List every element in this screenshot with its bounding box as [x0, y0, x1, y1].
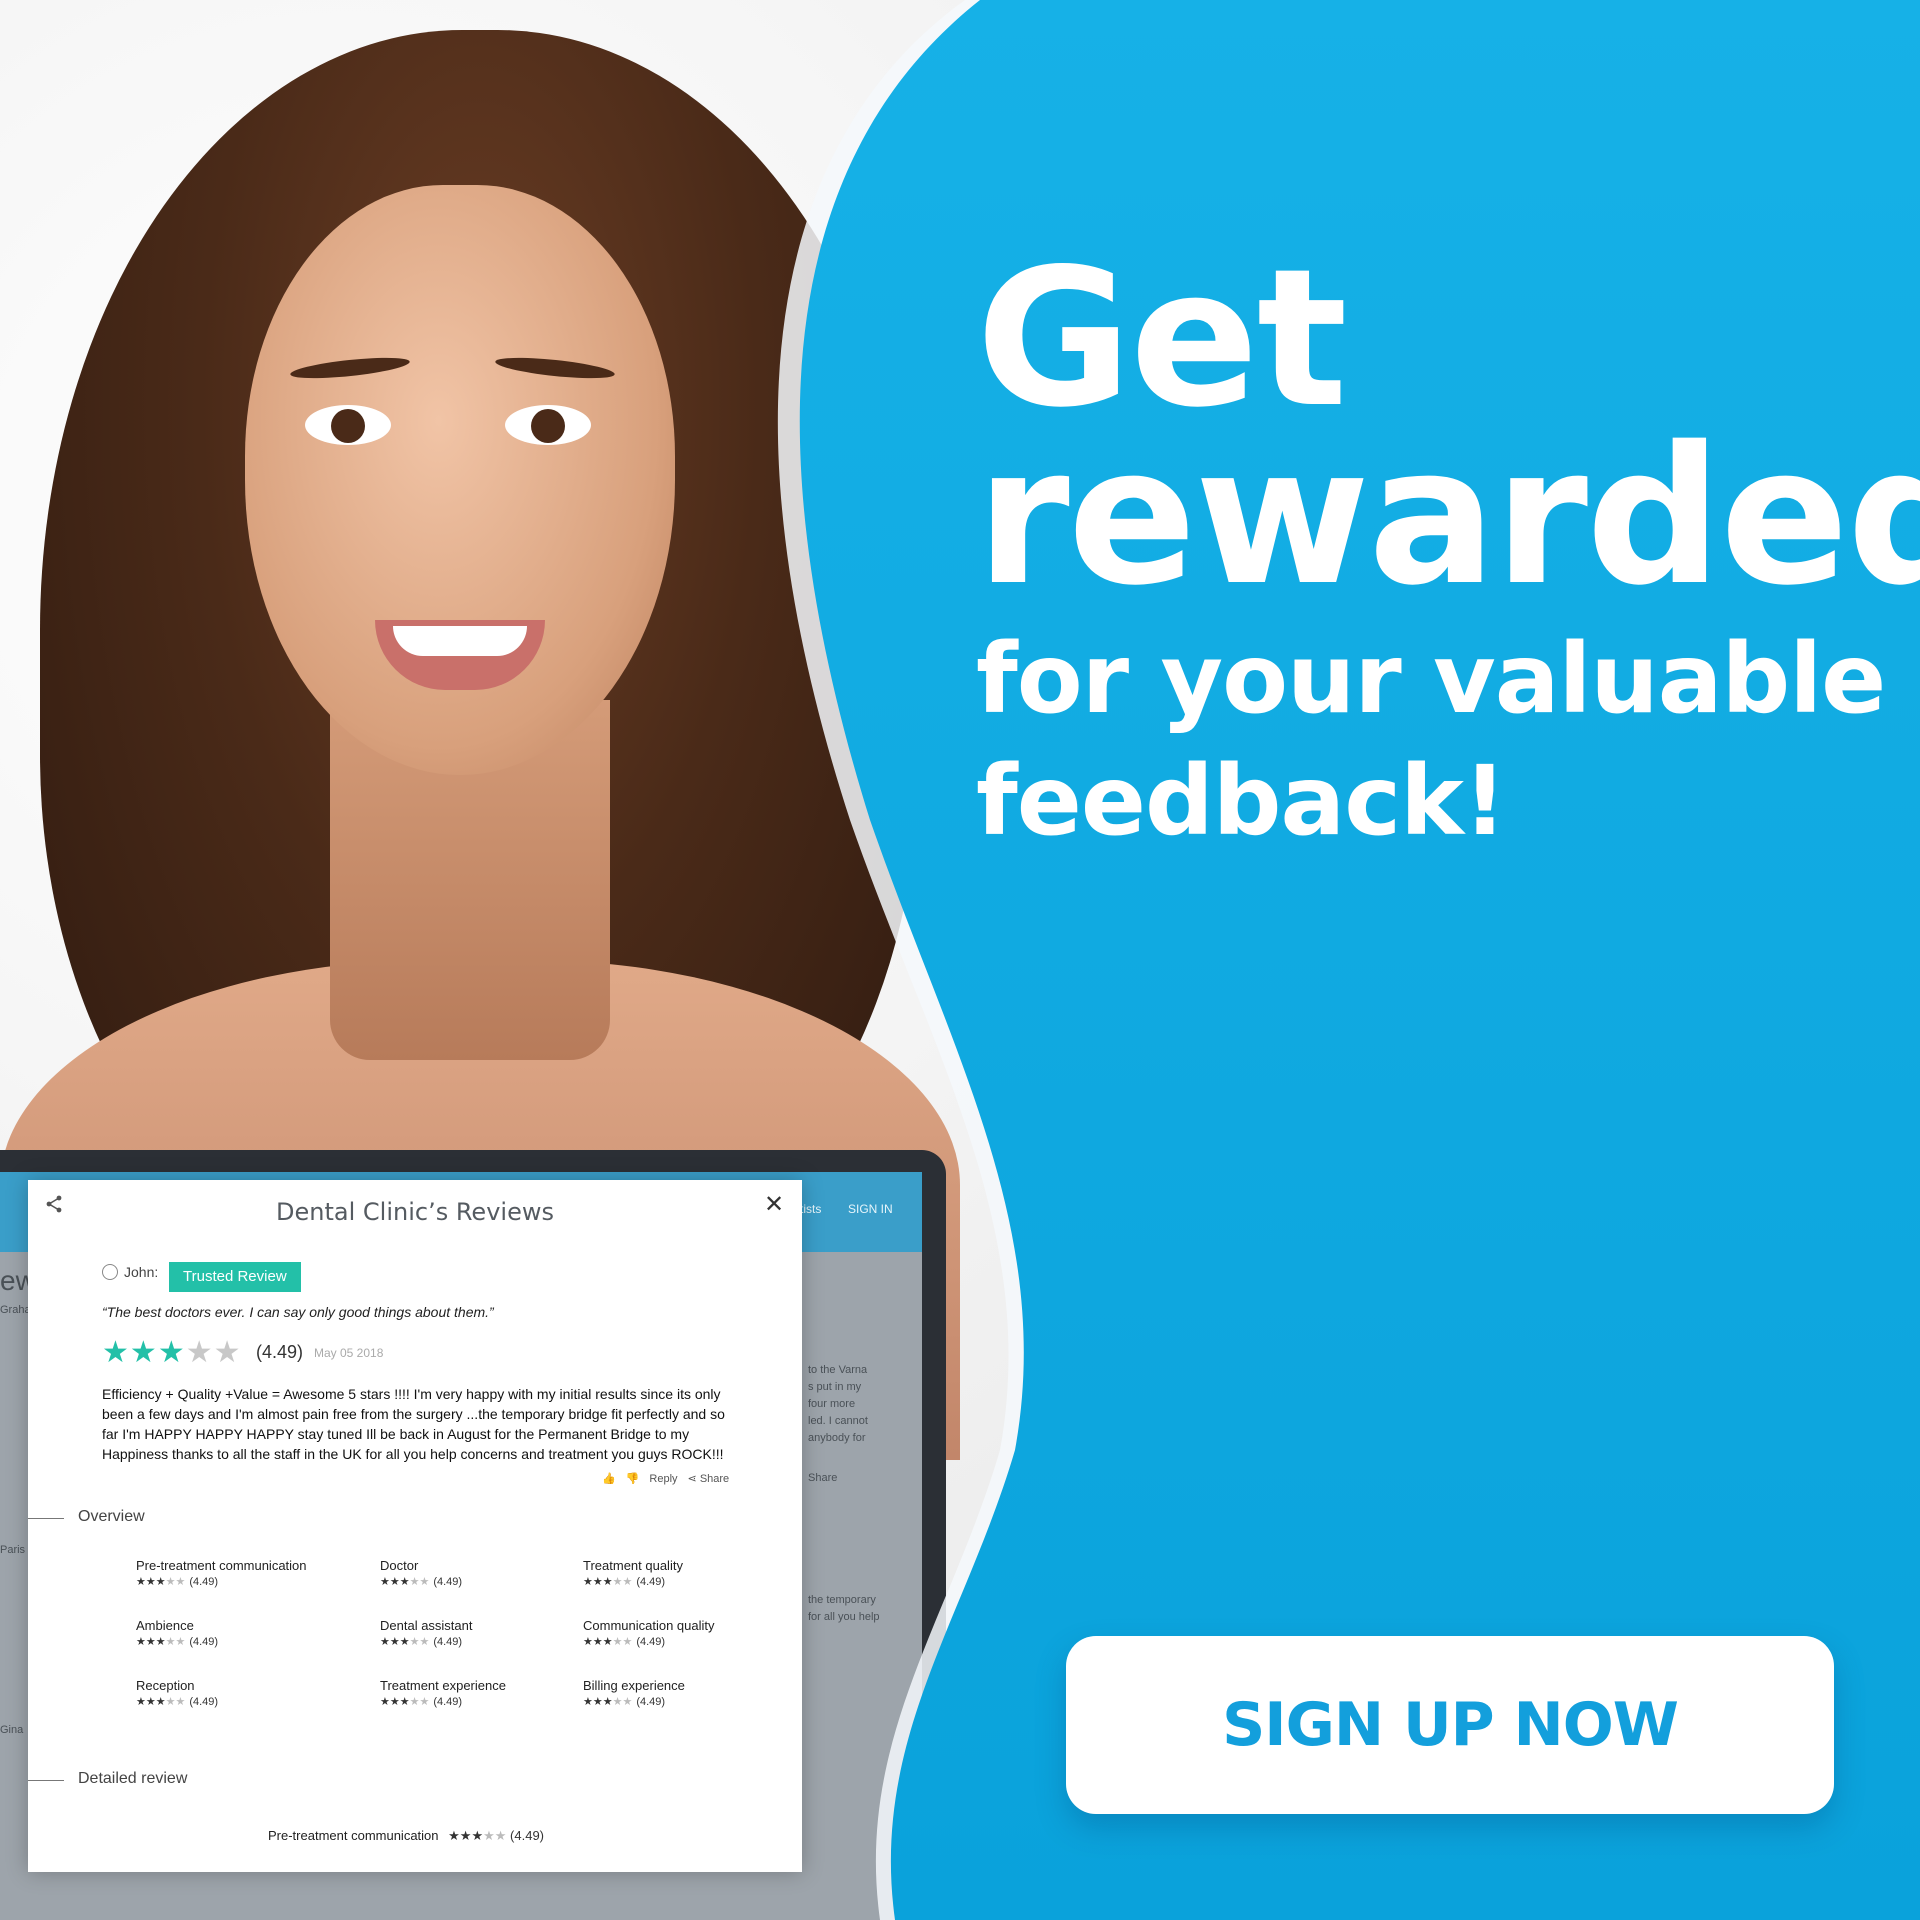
- star-icon: ★: [102, 1336, 130, 1369]
- rating-stars: ★★★★★ (4.49): [380, 1636, 463, 1648]
- rating-label: Treatment experience: [380, 1678, 506, 1693]
- headline-line-3: for your valuable: [976, 623, 1886, 735]
- reviewer: John:: [102, 1264, 158, 1280]
- rating-score: (4.49): [636, 1636, 666, 1648]
- rating-item: Treatment quality ★★★★★ (4.49): [583, 1558, 683, 1588]
- detailed-review-heading: Detailed review: [78, 1770, 188, 1787]
- star-empty-icon: ★: [213, 1336, 242, 1369]
- review-actions: 👍 👎 Reply ⋖ Share: [602, 1472, 730, 1486]
- rating-label: Doctor: [380, 1558, 419, 1573]
- star-empty-icon: ★: [185, 1336, 214, 1369]
- share-label: Share: [699, 1473, 730, 1485]
- detailed-divider: [28, 1780, 64, 1781]
- rating-score: (4.49): [636, 1576, 666, 1588]
- reply-link[interactable]: Reply: [649, 1473, 677, 1485]
- rating-item: Pre-treatment communication ★★★★★ (4.49): [136, 1558, 307, 1588]
- headline-line-1: Get: [976, 228, 1348, 449]
- rating-stars: ★★★★★ (4.49): [583, 1696, 666, 1708]
- rating-label: Reception: [136, 1678, 195, 1693]
- rating-item: Communication quality ★★★★★ (4.49): [583, 1618, 715, 1648]
- rating-score: (4.49): [433, 1636, 463, 1648]
- rating-score: (4.49): [189, 1696, 219, 1708]
- modal-title: Dental Clinic’s Reviews: [276, 1198, 554, 1226]
- star-icon: ★: [157, 1336, 186, 1369]
- rating-score: (4.49): [256, 1342, 304, 1362]
- detail-rating-row: Pre-treatment communication ★★★★★ (4.49): [268, 1828, 544, 1844]
- overview-divider: [28, 1518, 64, 1519]
- headline-line-2: rewarded: [976, 406, 1920, 627]
- share-link[interactable]: ⋖ Share: [688, 1472, 730, 1485]
- rating-item: Doctor ★★★★★ (4.49): [380, 1558, 462, 1588]
- detail-rating-label: Pre-treatment communication: [268, 1828, 439, 1843]
- rating-item: Billing experience ★★★★★ (4.49): [583, 1678, 685, 1708]
- rating-stars: ★★★★★ (4.49): [380, 1576, 463, 1588]
- rating-score: (4.49): [433, 1576, 463, 1588]
- rating-label: Pre-treatment communication: [136, 1558, 307, 1573]
- headline: Get rewarded for your valuable feedback!: [976, 228, 1920, 862]
- rating-item: Dental assistant ★★★★★ (4.49): [380, 1618, 473, 1648]
- star-rating: ★★★★★: [102, 1335, 242, 1370]
- rating-item: Reception ★★★★★ (4.49): [136, 1678, 218, 1708]
- overview-heading: Overview: [78, 1508, 145, 1525]
- rating-item: Ambience ★★★★★ (4.49): [136, 1618, 218, 1648]
- rating-stars: ★★★★★ (4.49): [583, 1576, 666, 1588]
- rating-score: (4.49): [189, 1576, 219, 1588]
- rating-score: (4.49): [189, 1636, 219, 1648]
- rating-score: (4.49): [636, 1696, 666, 1708]
- reviewer-name: John:: [124, 1264, 159, 1280]
- rating-label: Billing experience: [583, 1678, 685, 1693]
- headline-line-4: feedback!: [976, 745, 1507, 857]
- trusted-review-badge: Trusted Review: [169, 1262, 301, 1292]
- rating-stars: ★★★★★ (4.49): [136, 1636, 219, 1648]
- thumbs-up-icon[interactable]: 👍: [602, 1472, 616, 1485]
- rating-stars: ★★★★★ (4.49): [583, 1636, 666, 1648]
- reviews-modal: ✕ Dental Clinic’s Reviews John: Trusted …: [28, 1180, 802, 1872]
- rating-label: Communication quality: [583, 1618, 715, 1633]
- ad-canvas: tists SIGN IN ew Graha Paris Gina to the…: [0, 0, 1920, 1920]
- rating-label: Ambience: [136, 1618, 194, 1633]
- thumbs-down-icon[interactable]: 👎: [626, 1472, 640, 1485]
- rating-stars: ★★★★★ (4.49): [136, 1696, 219, 1708]
- rating-item: Treatment experience ★★★★★ (4.49): [380, 1678, 506, 1708]
- star-icon: ★: [129, 1336, 158, 1369]
- rating-score: (4.49): [433, 1696, 463, 1708]
- share-icon: ⋖: [687, 1473, 697, 1485]
- rating-label: Dental assistant: [380, 1618, 473, 1633]
- review-quote: “The best doctors ever. I can say only g…: [102, 1304, 494, 1320]
- review-body: Efficiency + Quality +Value = Awesome 5 …: [102, 1386, 725, 1462]
- detail-rating-stars: ★★★★★ (4.49): [448, 1828, 545, 1843]
- sign-up-now-button[interactable]: SIGN UP NOW: [1066, 1636, 1834, 1814]
- rating-stars: ★★★★★ (4.49): [380, 1696, 463, 1708]
- user-icon: [102, 1264, 118, 1280]
- rating-label: Treatment quality: [583, 1558, 683, 1573]
- detail-rating-score: (4.49): [510, 1828, 545, 1843]
- rating-stars: ★★★★★ (4.49): [136, 1576, 219, 1588]
- review-date: May 05 2018: [314, 1346, 384, 1360]
